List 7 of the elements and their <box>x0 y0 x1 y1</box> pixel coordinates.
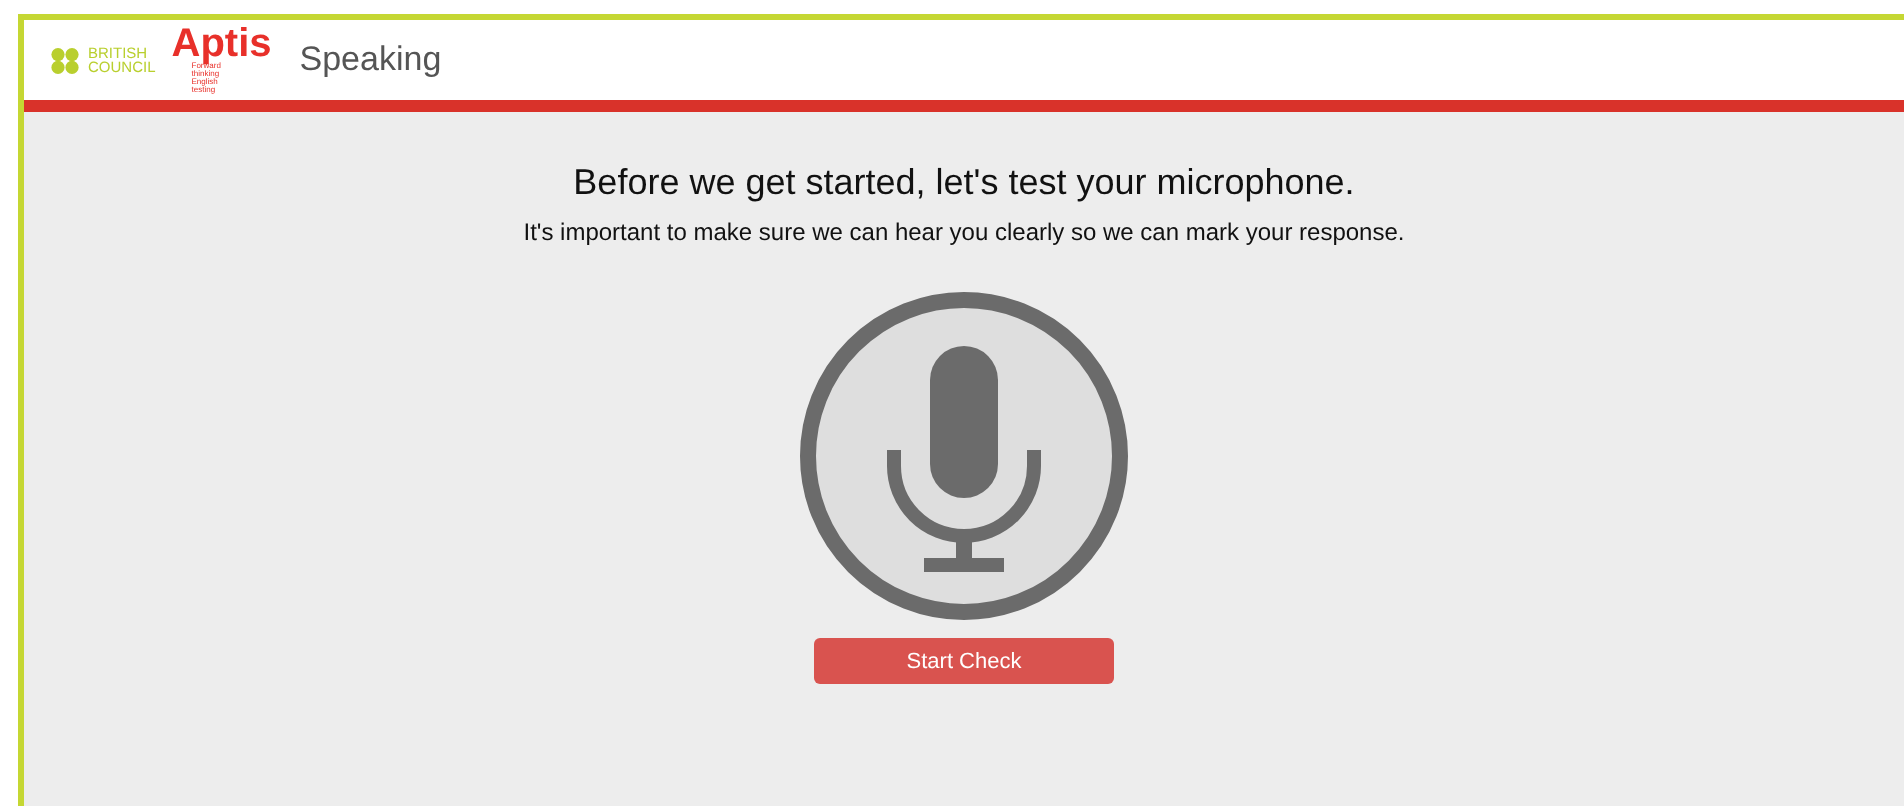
logo-icon <box>50 47 84 73</box>
section-title: Speaking <box>299 40 442 80</box>
subheading: It's important to make sure we can hear you clearly so we can mark your response. <box>523 218 1405 246</box>
microphone-icon <box>798 290 1130 622</box>
product-logo: Aptis <box>171 26 272 62</box>
heading: Before we get started, let's test your microphone. <box>573 162 1355 204</box>
start-check-button[interactable]: Start Check <box>814 638 1114 684</box>
